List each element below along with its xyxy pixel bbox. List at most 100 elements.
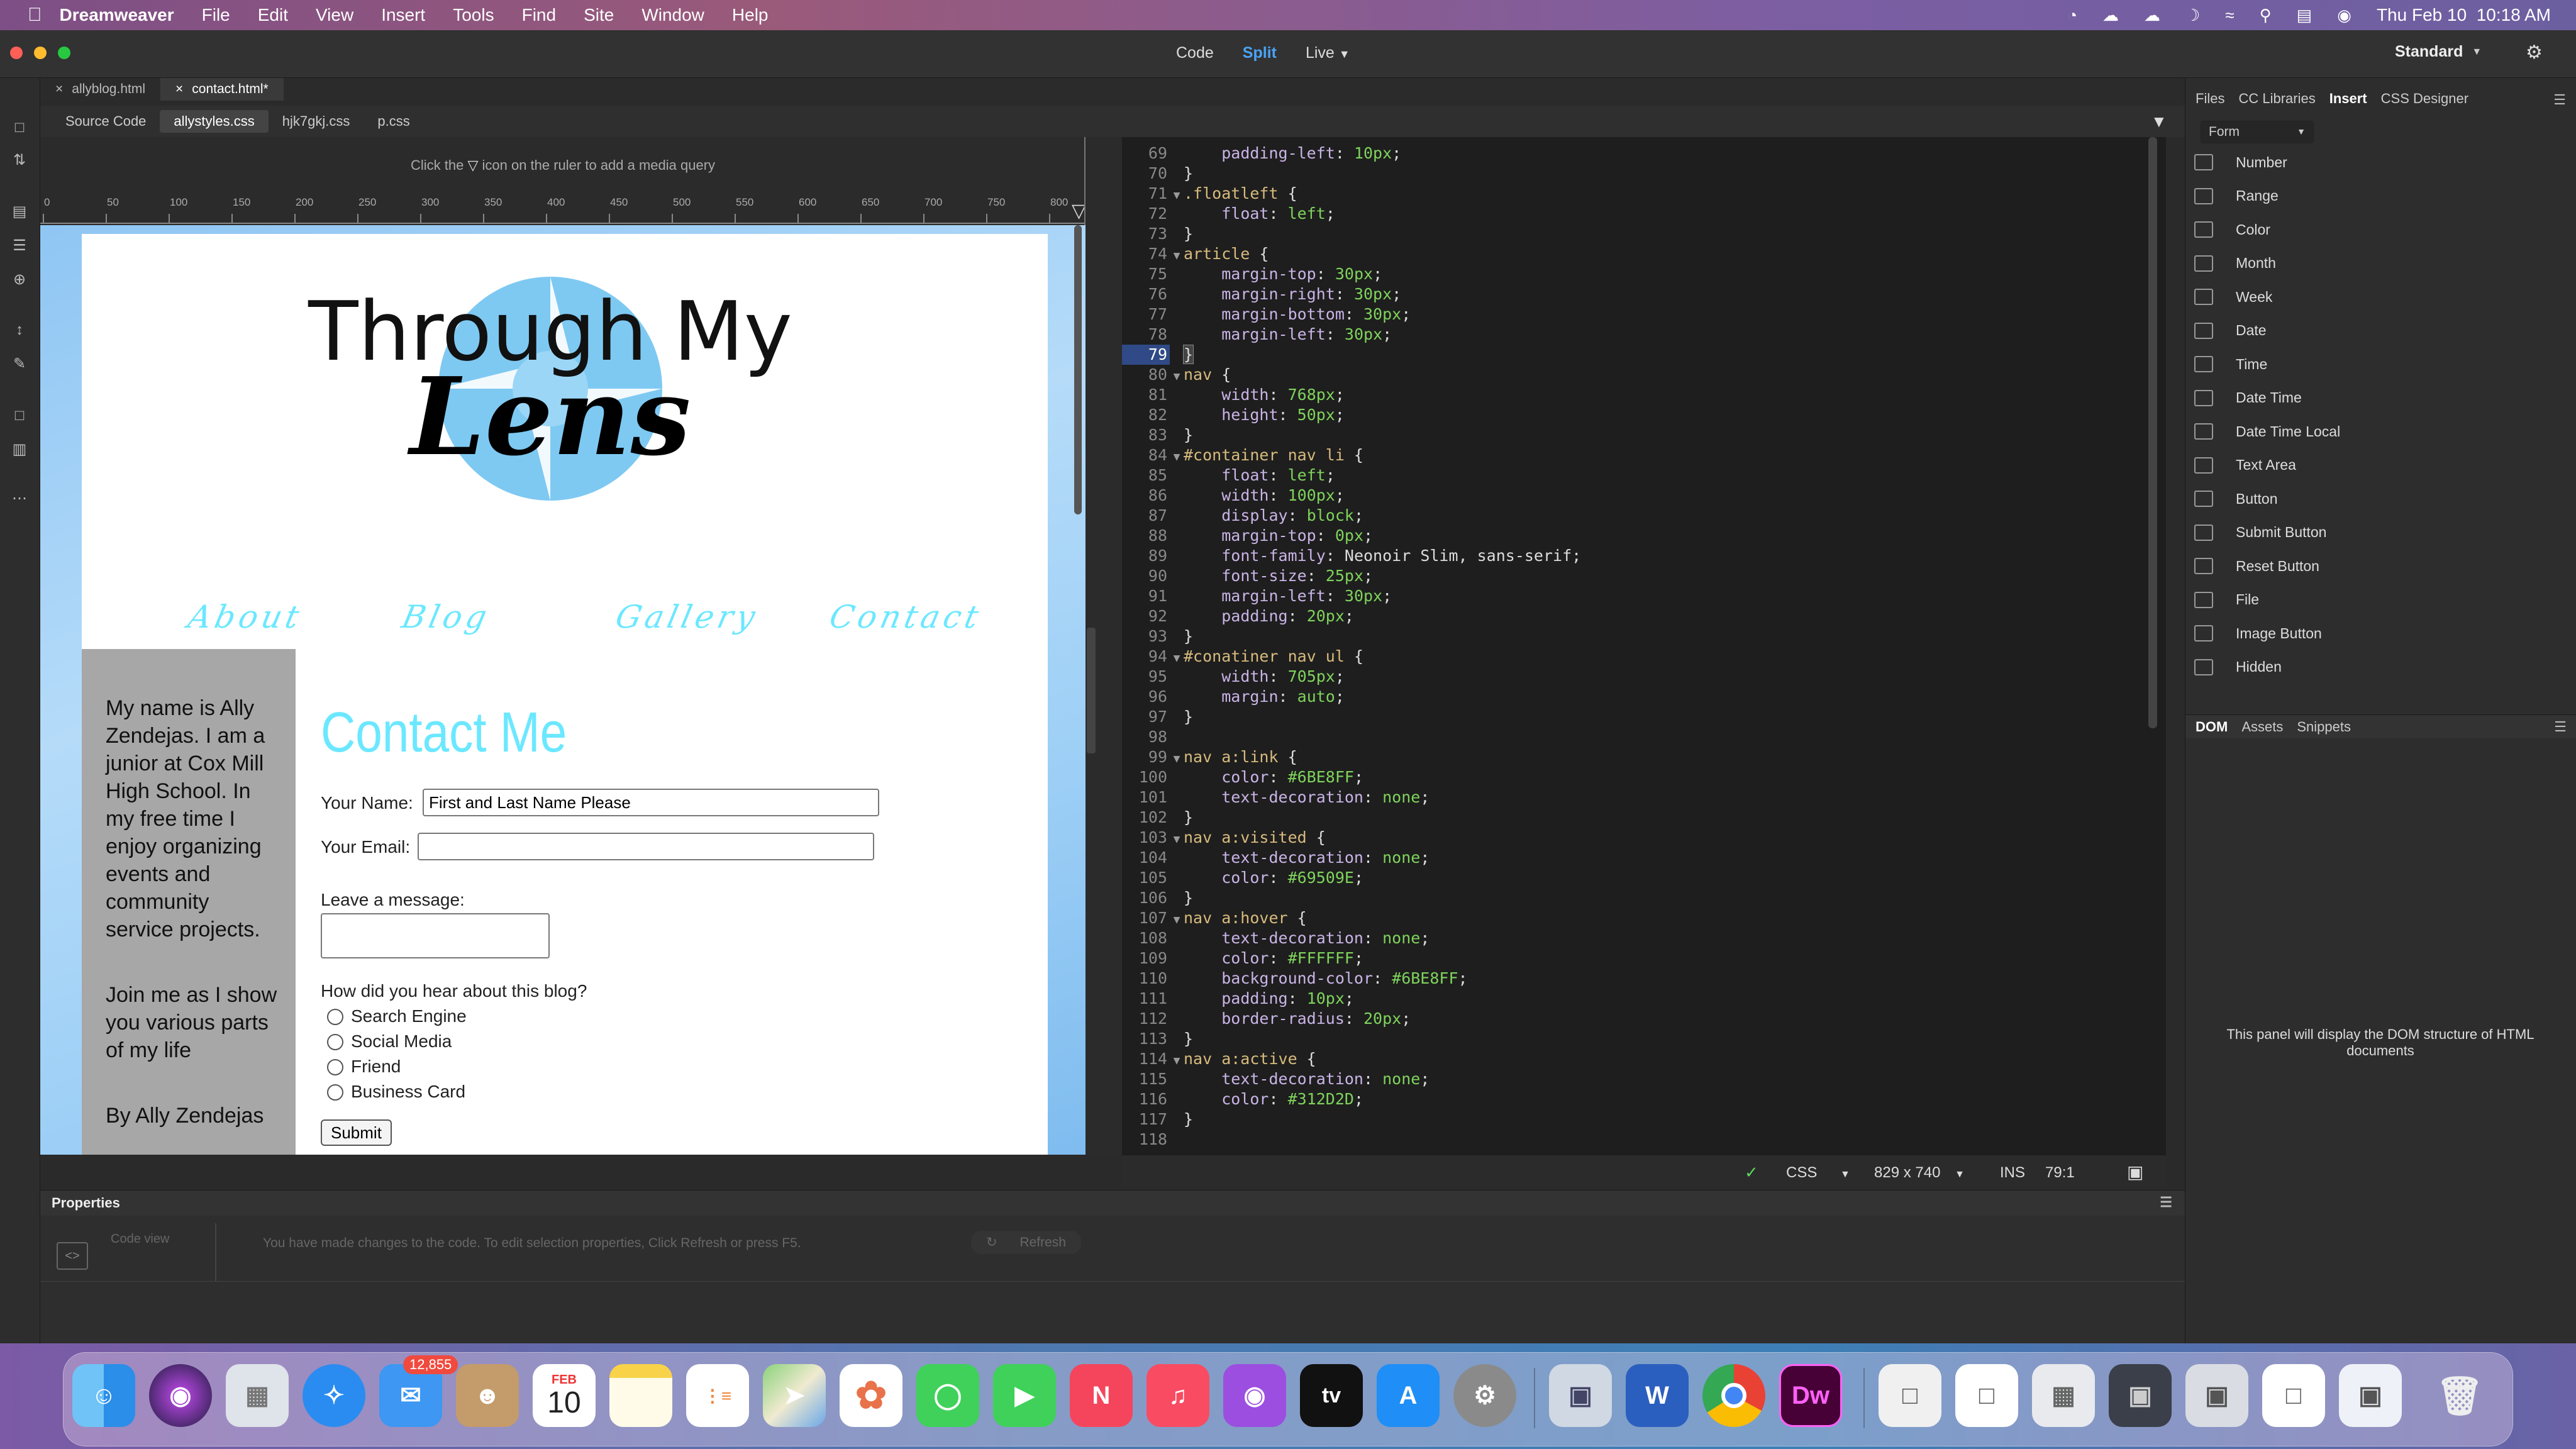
code-line[interactable]: 104 text-decoration: none; — [1122, 848, 2166, 868]
fold-arrow-icon[interactable]: ▼ — [1170, 246, 1184, 266]
code-line[interactable]: 77 margin-bottom: 30px; — [1122, 304, 2166, 325]
app-menu[interactable]: Dreamweaver — [60, 5, 174, 25]
sync-settings-icon[interactable]: ⚙ — [2526, 42, 2543, 64]
code-line[interactable]: 84 ▼ #container nav li { — [1122, 445, 2166, 465]
size-select[interactable]: 829 x 740 ▼ — [1874, 1164, 1965, 1182]
code-line[interactable]: 90 font-size: 25px; — [1122, 566, 2166, 586]
pen-icon[interactable]: ✎ — [9, 353, 30, 375]
menu-site[interactable]: Site — [584, 5, 614, 25]
code-line[interactable]: 70} — [1122, 164, 2166, 184]
tv-app-icon[interactable]: tv — [1300, 1364, 1363, 1427]
nav-about[interactable]: About — [185, 599, 306, 635]
insert-item-date-time-local[interactable]: Date Time Local — [2194, 419, 2559, 444]
code-line[interactable]: 102} — [1122, 808, 2166, 828]
target-icon[interactable]: ⊕ — [9, 269, 30, 291]
fold-arrow-icon[interactable]: ▼ — [1170, 1051, 1184, 1071]
code-line[interactable]: 112 border-radius: 20px; — [1122, 1009, 2166, 1029]
code-scrollbar[interactable] — [2148, 137, 2157, 728]
reminders-app-icon[interactable]: ⋮≡ — [686, 1364, 749, 1427]
zoom-window-button[interactable] — [58, 47, 70, 59]
file-icon[interactable]: □ — [9, 117, 30, 138]
code-line[interactable]: 91 margin-left: 30px; — [1122, 586, 2166, 606]
email-input[interactable] — [418, 833, 874, 860]
insert-item-date-time[interactable]: Date Time — [2194, 386, 2559, 411]
code-line[interactable]: 79} — [1122, 345, 2166, 365]
code-line[interactable]: 96 margin: auto; — [1122, 687, 2166, 707]
code-line[interactable]: 95 width: 705px; — [1122, 667, 2166, 687]
insert-item-month[interactable]: Month — [2194, 251, 2559, 276]
insert-item-number[interactable]: Number — [2194, 150, 2559, 175]
calendar-app-icon[interactable]: FEB 10 — [533, 1364, 596, 1427]
fold-arrow-icon[interactable]: ▼ — [1170, 910, 1184, 930]
code-line[interactable]: 118 — [1122, 1130, 2166, 1150]
podcasts-app-icon[interactable]: ◉ — [1223, 1364, 1286, 1427]
trash-icon[interactable]: 🗑 — [2428, 1364, 2491, 1427]
name-input[interactable]: First and Last Name Please — [423, 789, 879, 816]
maps-app-icon[interactable]: ➤ — [763, 1364, 826, 1427]
related-source-code[interactable]: Source Code — [52, 110, 160, 133]
radio-business-card[interactable] — [327, 1084, 343, 1101]
insert-category-select[interactable]: Form ▼ — [2201, 121, 2314, 143]
insert-item-date[interactable]: Date — [2194, 318, 2559, 343]
menu-window[interactable]: Window — [641, 5, 704, 25]
code-line[interactable]: 78 margin-left: 30px; — [1122, 325, 2166, 345]
siri-icon[interactable]: ◉ — [2337, 6, 2351, 25]
wifi-icon[interactable]: ≈ — [2225, 6, 2234, 25]
code-line[interactable]: 97} — [1122, 707, 2166, 727]
code-line[interactable]: 101 text-decoration: none; — [1122, 787, 2166, 808]
window-thumbnail-icon[interactable]: □ — [1879, 1364, 1941, 1427]
nav-contact[interactable]: Contact — [826, 599, 985, 635]
code-line[interactable]: 103 ▼ nav a:visited { — [1122, 828, 2166, 848]
fold-arrow-icon[interactable]: ▼ — [1170, 447, 1184, 467]
panel-menu-icon[interactable]: ☰ — [2554, 719, 2567, 735]
live-view-button[interactable]: Live ▼ — [1306, 44, 1350, 62]
split-handle[interactable] — [1087, 628, 1096, 753]
siri-app-icon[interactable]: ◉ — [149, 1364, 212, 1427]
tab-css-designer[interactable]: CSS Designer — [2381, 91, 2468, 107]
window-thumbnail-icon[interactable]: ▣ — [2185, 1364, 2248, 1427]
insert-item-hidden[interactable]: Hidden — [2194, 655, 2559, 680]
tab-dom[interactable]: DOM — [2196, 719, 2228, 735]
moon-icon[interactable]: ☽ — [2185, 6, 2200, 25]
submit-button[interactable]: Submit — [321, 1119, 392, 1146]
menu-help[interactable]: Help — [732, 5, 769, 25]
menu-tools[interactable]: Tools — [453, 5, 494, 25]
code-line[interactable]: 85 float: left; — [1122, 465, 2166, 486]
code-line[interactable]: 74 ▼ article { — [1122, 244, 2166, 264]
insert-item-range[interactable]: Range — [2194, 184, 2559, 209]
insert-item-time[interactable]: Time — [2194, 352, 2559, 377]
code-line[interactable]: 69 padding-left: 10px; — [1122, 143, 2166, 164]
doc-tab-contact[interactable]: × contact.html* — [160, 78, 284, 101]
insert-item-file[interactable]: File — [2194, 587, 2559, 613]
panel-menu-icon[interactable]: ☰ — [2553, 92, 2566, 108]
messages-app-icon[interactable]: ◯ — [916, 1364, 979, 1427]
facetime-app-icon[interactable]: ▶ — [993, 1364, 1056, 1427]
code-line[interactable]: 117} — [1122, 1109, 2166, 1130]
code-view-button[interactable]: Code — [1176, 44, 1214, 62]
menu-file[interactable]: File — [202, 5, 230, 25]
tab-files[interactable]: Files — [2196, 91, 2224, 107]
news-app-icon[interactable]: N — [1070, 1364, 1133, 1427]
insert-item-text-area[interactable]: Text Area — [2194, 453, 2559, 478]
radio-search-engine[interactable] — [327, 1009, 343, 1025]
fold-arrow-icon[interactable]: ▼ — [1170, 648, 1184, 669]
code-line[interactable]: 106} — [1122, 888, 2166, 908]
minimize-window-button[interactable] — [34, 47, 47, 59]
menu-edit[interactable]: Edit — [258, 5, 288, 25]
related-hjk7gkj[interactable]: hjk7gkj.css — [269, 110, 364, 133]
search-icon[interactable]: ⚲ — [2260, 6, 2272, 25]
code-line[interactable]: 80 ▼ nav { — [1122, 365, 2166, 385]
menu-view[interactable]: View — [316, 5, 353, 25]
tab-insert[interactable]: Insert — [2329, 91, 2367, 107]
fold-arrow-icon[interactable]: ▼ — [1170, 749, 1184, 769]
code-line[interactable]: 94 ▼ #conatiner nav ul { — [1122, 647, 2166, 667]
fold-arrow-icon[interactable]: ▼ — [1170, 367, 1184, 387]
nav-gallery[interactable]: Gallery — [613, 599, 762, 635]
code-line[interactable]: 73} — [1122, 224, 2166, 244]
indent-icon[interactable]: ▥ — [9, 439, 30, 460]
media-query-ruler[interactable]: 0 50 100 150 200 250 300 350 400 450 500 550 600 650 7… — [40, 196, 1085, 224]
close-icon[interactable]: × — [55, 82, 63, 97]
code-line[interactable]: 86 width: 100px; — [1122, 486, 2166, 506]
nav-blog[interactable]: Blog — [399, 599, 494, 635]
code-line[interactable]: 76 margin-right: 30px; — [1122, 284, 2166, 304]
